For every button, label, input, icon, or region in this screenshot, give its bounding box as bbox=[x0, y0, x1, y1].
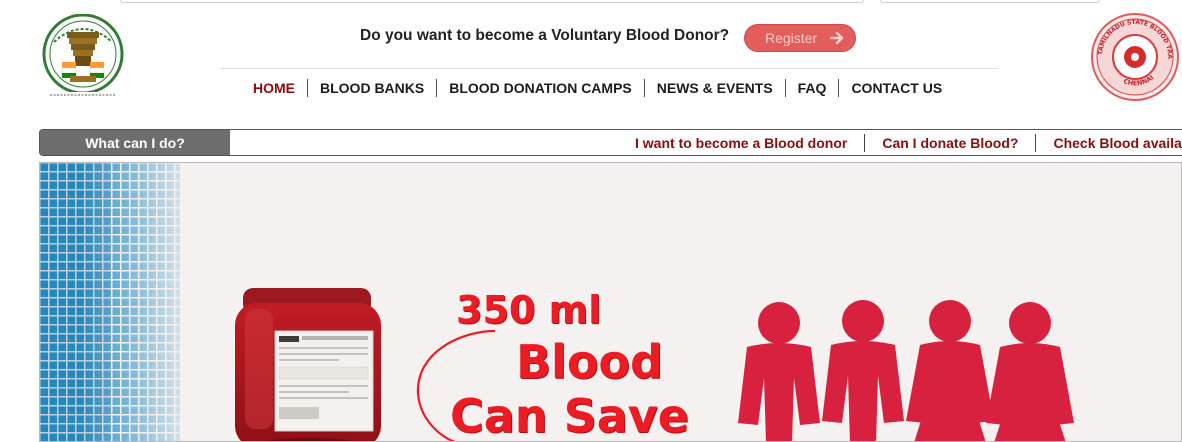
what-can-i-do-ticker: I want to become a Blood donor Can I don… bbox=[618, 130, 1182, 155]
main-nav: HOME BLOOD BANKS BLOOD DONATION CAMPS NE… bbox=[253, 78, 954, 98]
donor-prompt-text: Do you want to become a Voluntary Blood … bbox=[360, 27, 730, 44]
link-become-donor[interactable]: I want to become a Blood donor bbox=[618, 133, 866, 152]
hero-banner: 350 ml Blood Can Save bbox=[39, 162, 1182, 442]
nav-item-home[interactable]: HOME bbox=[253, 79, 308, 97]
banner-line-blood: Blood bbox=[516, 335, 663, 389]
link-can-i-donate[interactable]: Can I donate Blood? bbox=[865, 133, 1037, 152]
top-select-field[interactable] bbox=[880, 0, 1100, 3]
arrow-right-icon bbox=[829, 30, 845, 46]
nav-item-blood-donation-camps[interactable]: BLOOD DONATION CAMPS bbox=[437, 79, 645, 97]
nav-item-blood-banks[interactable]: BLOOD BANKS bbox=[308, 79, 438, 97]
nav-item-news-events[interactable]: NEWS & EVENTS bbox=[645, 79, 786, 97]
nav-item-faq[interactable]: FAQ bbox=[786, 79, 840, 97]
blood-transfusion-council-logo[interactable]: TAMILNADU STATE BLOOD TRANSFUSION COUNCI… bbox=[1087, 7, 1180, 102]
person-icon bbox=[738, 302, 820, 441]
person-icon bbox=[822, 300, 904, 441]
what-can-i-do-bar: What can I do? I want to become a Blood … bbox=[39, 129, 1182, 156]
link-check-availability[interactable]: Check Blood availa bbox=[1036, 134, 1182, 152]
blood-bag-icon bbox=[235, 288, 381, 441]
banner-line-350ml: 350 ml bbox=[456, 288, 602, 332]
person-icon bbox=[986, 302, 1074, 441]
nav-item-contact-us[interactable]: CONTACT US bbox=[839, 79, 954, 97]
top-search-field[interactable] bbox=[120, 0, 864, 3]
banner-line-can-save: Can Save bbox=[450, 389, 689, 442]
nav-divider bbox=[220, 68, 998, 69]
what-can-i-do-label: What can I do? bbox=[40, 130, 230, 155]
people-icons bbox=[738, 300, 1074, 441]
register-button-label: Register bbox=[765, 30, 818, 46]
tamil-nadu-emblem-logo[interactable] bbox=[40, 13, 126, 100]
top-strip bbox=[0, 0, 1182, 6]
person-icon bbox=[906, 300, 994, 441]
register-button[interactable]: Register bbox=[744, 24, 856, 52]
